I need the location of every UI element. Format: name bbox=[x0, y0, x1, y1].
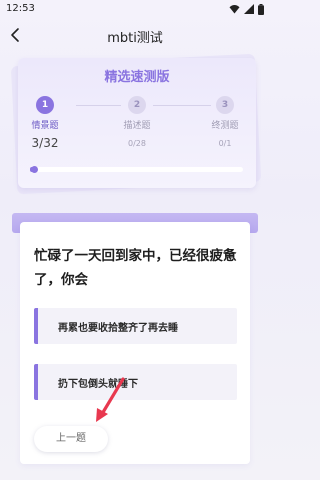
progress-indicator bbox=[31, 166, 39, 173]
step-2: 2 描述题 0/28 bbox=[107, 96, 167, 148]
step-1: 1 情景题 3/32 bbox=[15, 96, 75, 150]
previous-question-button[interactable]: 上一题 bbox=[34, 426, 108, 452]
question-text: 忙碌了一天回到家中，已经很疲惫了，你会 bbox=[34, 248, 237, 288]
option-1[interactable]: 再累也要收拾整齐了再去睡 bbox=[34, 308, 237, 344]
battery-icon bbox=[258, 3, 264, 15]
status-time: 12:53 bbox=[6, 3, 35, 14]
nav-bar: mbti测试 bbox=[0, 20, 270, 50]
signal-icon bbox=[244, 4, 254, 14]
wifi-icon bbox=[229, 5, 240, 14]
option-label: 再累也要收拾整齐了再去睡 bbox=[58, 323, 178, 334]
status-bar: 12:53 bbox=[0, 0, 270, 18]
step-count: 3/32 bbox=[31, 136, 59, 150]
status-icons bbox=[229, 3, 264, 15]
annotation-arrow-icon bbox=[96, 377, 125, 422]
step-number: 1 bbox=[36, 96, 54, 114]
step-count: 0/1 bbox=[218, 139, 232, 148]
step-number: 2 bbox=[128, 96, 146, 114]
step-count: 0/28 bbox=[128, 139, 146, 148]
question-card: 忙碌了一天回到家中，已经很疲惫了，你会 再累也要收拾整齐了再去睡 扔下包倒头就睡… bbox=[20, 222, 250, 464]
step-label: 描述题 bbox=[123, 121, 151, 131]
option-2[interactable]: 扔下包倒头就睡下 bbox=[34, 364, 237, 400]
progress-card-title: 精选速测版 bbox=[104, 70, 170, 85]
step-label: 终测题 bbox=[211, 121, 239, 131]
page-title: mbti测试 bbox=[107, 31, 163, 46]
step-label: 情景题 bbox=[31, 121, 59, 131]
progress-card: 精选速测版 1 情景题 3/32 2 描述题 0/28 3 终测题 0/1 bbox=[18, 58, 256, 188]
step-number: 3 bbox=[216, 96, 234, 114]
progress-bar bbox=[30, 166, 243, 173]
step-3: 3 终测题 0/1 bbox=[195, 96, 255, 148]
